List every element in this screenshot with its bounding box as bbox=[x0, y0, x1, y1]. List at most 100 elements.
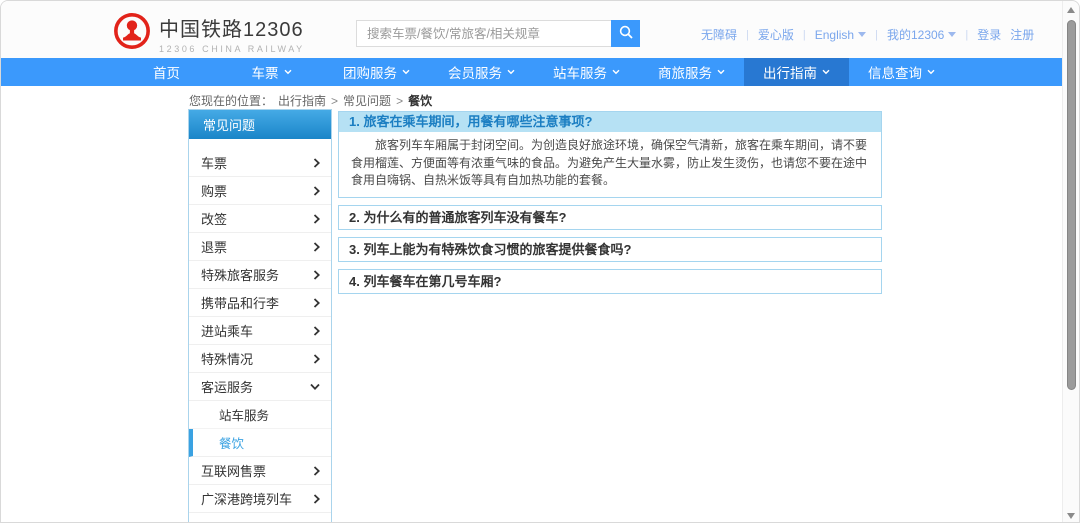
link-my12306-label: 我的12306 bbox=[887, 26, 944, 43]
scrollbar-thumb[interactable] bbox=[1067, 20, 1076, 390]
utility-links: 无障碍 | 爱心版 | English | 我的12306 | 登录 注册 bbox=[701, 26, 1034, 43]
faq-item-2[interactable]: 2. 为什么有的普通旅客列车没有餐车? bbox=[338, 205, 882, 230]
chevron-right-icon bbox=[313, 466, 320, 476]
sidebar-item-label: 携带品和行李 bbox=[201, 293, 279, 312]
nav-label: 车票 bbox=[252, 62, 279, 82]
link-separator: | bbox=[746, 29, 749, 41]
nav-item-business-travel[interactable]: 商旅服务 bbox=[639, 58, 744, 86]
sidebar-item-special-cases[interactable]: 特殊情况 bbox=[189, 345, 331, 373]
faq-sidebar: 常见问题 车票 购票 改签 退票 bbox=[188, 109, 332, 523]
chevron-down-icon bbox=[612, 69, 620, 75]
nav-label: 团购服务 bbox=[343, 62, 397, 82]
search-input[interactable] bbox=[356, 20, 611, 47]
railway-logo-icon bbox=[113, 12, 151, 55]
chevron-down-icon bbox=[310, 383, 320, 390]
nav-item-home[interactable]: 首页 bbox=[114, 58, 219, 86]
nav-item-tickets[interactable]: 车票 bbox=[219, 58, 324, 86]
vertical-scrollbar[interactable] bbox=[1062, 1, 1079, 523]
faq-content: 1. 旅客在乘车期间，用餐有哪些注意事项? 旅客列车车厢属于封闭空间。为创造良好… bbox=[338, 111, 882, 294]
link-separator: | bbox=[875, 29, 878, 41]
nav-label: 首页 bbox=[153, 62, 180, 82]
sidebar-item-ticket[interactable]: 车票 bbox=[189, 149, 331, 177]
search-icon bbox=[619, 25, 633, 42]
link-separator: | bbox=[965, 29, 968, 41]
sidebar-item-label: 特殊情况 bbox=[201, 349, 253, 368]
chevron-right-icon bbox=[313, 158, 320, 168]
sidebar-item-label: 客运服务 bbox=[201, 377, 253, 396]
link-care-version[interactable]: 爱心版 bbox=[758, 26, 794, 43]
sidebar-item-purchase[interactable]: 购票 bbox=[189, 177, 331, 205]
nav-label: 信息查询 bbox=[868, 62, 922, 82]
search-button[interactable] bbox=[611, 20, 640, 47]
breadcrumb: 您现在的位置： 出行指南 > 常见问题 > 餐饮 bbox=[189, 92, 432, 109]
chevron-down-icon bbox=[507, 69, 515, 75]
chevron-right-icon bbox=[313, 326, 320, 336]
chevron-down-icon bbox=[858, 32, 866, 37]
sidebar-item-passenger-service[interactable]: 客运服务 bbox=[189, 373, 331, 401]
sidebar-item-luggage[interactable]: 携带品和行李 bbox=[189, 289, 331, 317]
sidebar-item-special-passenger[interactable]: 特殊旅客服务 bbox=[189, 261, 331, 289]
sidebar-item-label: 特殊旅客服务 bbox=[201, 265, 279, 284]
site-logo[interactable]: 中国铁路12306 12306 CHINA RAILWAY bbox=[113, 12, 305, 55]
nav-label: 会员服务 bbox=[448, 62, 502, 82]
nav-item-member-services[interactable]: 会员服务 bbox=[429, 58, 534, 86]
site-header: 中国铁路12306 12306 CHINA RAILWAY 无障碍 | 爱心版 … bbox=[1, 1, 1062, 58]
sidebar-item-refund[interactable]: 退票 bbox=[189, 233, 331, 261]
chevron-right-icon bbox=[313, 354, 320, 364]
faq-item-3[interactable]: 3. 列车上能为有特殊饮食习惯的旅客提供餐食吗? bbox=[338, 237, 882, 262]
scrollbar-down-arrow-icon[interactable] bbox=[1067, 513, 1075, 519]
nav-label: 出行指南 bbox=[763, 62, 817, 82]
link-english-label: English bbox=[815, 28, 854, 42]
sidebar-item-label: 退票 bbox=[201, 237, 227, 256]
chevron-down-icon bbox=[948, 32, 956, 37]
sidebar-item-boarding[interactable]: 进站乘车 bbox=[189, 317, 331, 345]
chevron-down-icon bbox=[402, 69, 410, 75]
sidebar-item-label: 互联网售票 bbox=[201, 461, 266, 480]
link-register[interactable]: 注册 bbox=[1010, 26, 1034, 43]
sidebar-item-label: 改签 bbox=[201, 209, 227, 228]
sidebar-menu: 车票 购票 改签 退票 特殊旅客服务 bbox=[189, 139, 331, 513]
sidebar-item-label: 餐饮 bbox=[219, 433, 244, 452]
scrollbar-up-arrow-icon[interactable] bbox=[1067, 7, 1075, 13]
link-my12306[interactable]: 我的12306 bbox=[887, 26, 956, 43]
chevron-right-icon bbox=[313, 494, 320, 504]
sidebar-item-internet-ticketing[interactable]: 互联网售票 bbox=[189, 457, 331, 485]
logo-subtitle: 12306 CHINA RAILWAY bbox=[159, 44, 305, 54]
sidebar-subitem-dining[interactable]: 餐饮 bbox=[189, 429, 331, 457]
nav-label: 商旅服务 bbox=[658, 62, 712, 82]
sidebar-title: 常见问题 bbox=[189, 110, 331, 139]
faq-item-4[interactable]: 4. 列车餐车在第几号车厢? bbox=[338, 269, 882, 294]
faq-item-1: 1. 旅客在乘车期间，用餐有哪些注意事项? 旅客列车车厢属于封闭空间。为创造良好… bbox=[338, 111, 882, 198]
breadcrumb-prefix: 您现在的位置： bbox=[189, 92, 273, 109]
chevron-right-icon bbox=[313, 186, 320, 196]
nav-item-group-services[interactable]: 团购服务 bbox=[324, 58, 429, 86]
sidebar-item-label: 进站乘车 bbox=[201, 321, 253, 340]
sidebar-item-rebook[interactable]: 改签 bbox=[189, 205, 331, 233]
link-login[interactable]: 登录 bbox=[977, 26, 1001, 43]
chevron-right-icon bbox=[313, 214, 320, 224]
nav-label: 站车服务 bbox=[553, 62, 607, 82]
logo-text: 中国铁路12306 12306 CHINA RAILWAY bbox=[159, 13, 305, 54]
nav-item-travel-guide[interactable]: 出行指南 bbox=[744, 58, 849, 86]
link-separator: | bbox=[803, 29, 806, 41]
chevron-down-icon bbox=[927, 69, 935, 75]
nav-item-info-query[interactable]: 信息查询 bbox=[849, 58, 954, 86]
sidebar-item-label: 购票 bbox=[201, 181, 227, 200]
chevron-right-icon bbox=[313, 242, 320, 252]
faq-answer-1: 旅客列车车厢属于封闭空间。为创造良好旅途环境，确保空气清新，旅客在乘车期间，请不… bbox=[339, 132, 881, 197]
chevron-right-icon bbox=[313, 270, 320, 280]
main-nav: 首页 车票 团购服务 会员服务 站车服务 商旅服务 bbox=[1, 58, 1062, 86]
logo-title: 中国铁路12306 bbox=[159, 13, 305, 42]
sidebar-subitem-station-service[interactable]: 站车服务 bbox=[189, 401, 331, 429]
breadcrumb-faq[interactable]: 常见问题 bbox=[343, 92, 391, 109]
sidebar-item-gz-sz-hk-trains[interactable]: 广深港跨境列车 bbox=[189, 485, 331, 513]
link-english[interactable]: English bbox=[815, 28, 866, 42]
faq-question-1[interactable]: 1. 旅客在乘车期间，用餐有哪些注意事项? bbox=[339, 112, 881, 132]
breadcrumb-separator: > bbox=[396, 94, 403, 108]
link-accessibility[interactable]: 无障碍 bbox=[701, 26, 737, 43]
chevron-right-icon bbox=[313, 298, 320, 308]
chevron-down-icon bbox=[822, 69, 830, 75]
chevron-down-icon bbox=[284, 69, 292, 75]
breadcrumb-travel-guide[interactable]: 出行指南 bbox=[278, 92, 326, 109]
nav-item-station-services[interactable]: 站车服务 bbox=[534, 58, 639, 86]
